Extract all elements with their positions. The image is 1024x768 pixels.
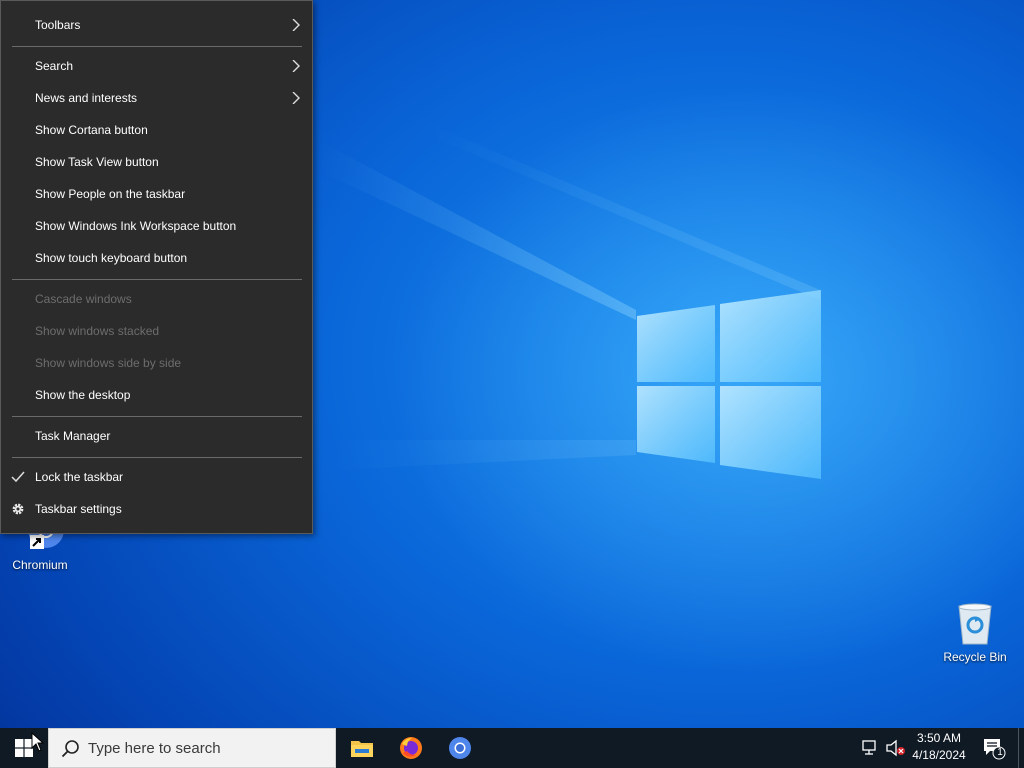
network-icon (862, 740, 876, 755)
taskbar-file-explorer[interactable] (338, 728, 386, 768)
clock-date: 4/18/2024 (912, 748, 966, 762)
menu-item-lock-taskbar[interactable]: Lock the taskbar (1, 461, 312, 493)
chevron-right-icon (292, 60, 300, 72)
search-placeholder: Type here to search (88, 740, 221, 757)
tray-volume[interactable] (884, 728, 906, 768)
tray-network[interactable] (860, 728, 882, 768)
menu-separator (12, 416, 302, 417)
menu-item-show-people[interactable]: Show People on the taskbar (1, 178, 312, 210)
search-icon (61, 740, 79, 758)
clock-time: 3:50 AM (916, 731, 962, 745)
taskbar-chromium[interactable] (436, 728, 484, 768)
notification-count-badge: 1 (997, 747, 1003, 758)
taskbar-context-menu: Toolbars Search News and interests Show … (0, 0, 313, 534)
menu-item-show-touch-keyboard[interactable]: Show touch keyboard button (1, 242, 312, 274)
menu-item-toolbars[interactable]: Toolbars (1, 9, 312, 41)
menu-item-search[interactable]: Search (1, 50, 312, 82)
recycle-bin-icon (951, 600, 999, 648)
checkmark-icon (11, 471, 25, 483)
menu-separator (12, 457, 302, 458)
file-explorer-icon (351, 741, 373, 757)
menu-item-news-and-interests[interactable]: News and interests (1, 82, 312, 114)
chevron-right-icon (292, 19, 300, 31)
menu-item-show-task-view[interactable]: Show Task View button (1, 146, 312, 178)
recycle-bin-desktop-icon[interactable]: Recycle Bin (935, 600, 1015, 664)
recycle-bin-label: Recycle Bin (943, 650, 1007, 664)
menu-item-task-manager[interactable]: Task Manager (1, 420, 312, 452)
windows-logo (637, 290, 821, 479)
menu-item-windows-stacked: Show windows stacked (35, 324, 160, 338)
volume-muted-icon (886, 739, 905, 757)
chromium-icon-label: Chromium (12, 558, 68, 572)
menu-item-windows-side-by-side: Show windows side by side (35, 356, 182, 370)
chromium-icon (449, 737, 471, 759)
show-desktop-button[interactable] (1018, 728, 1024, 768)
taskbar[interactable]: Type here to search 3:50 AM 4/18/2024 1 (0, 728, 1024, 768)
menu-item-taskbar-settings[interactable]: Taskbar settings (1, 493, 312, 525)
action-center-button[interactable]: 1 (976, 728, 1012, 768)
mouse-cursor-icon (31, 732, 45, 752)
gear-icon (12, 503, 24, 515)
menu-item-show-desktop[interactable]: Show the desktop (1, 379, 312, 411)
menu-item-show-ink-workspace[interactable]: Show Windows Ink Workspace button (1, 210, 312, 242)
menu-separator (12, 46, 302, 47)
chevron-right-icon (292, 92, 300, 104)
firefox-icon (400, 737, 422, 759)
menu-item-cascade-windows: Cascade windows (35, 292, 132, 306)
taskbar-clock[interactable]: 3:50 AM 4/18/2024 (908, 730, 970, 768)
taskbar-firefox[interactable] (387, 728, 435, 768)
taskbar-search-box[interactable]: Type here to search (48, 728, 336, 768)
menu-item-show-cortana[interactable]: Show Cortana button (1, 114, 312, 146)
menu-separator (12, 279, 302, 280)
